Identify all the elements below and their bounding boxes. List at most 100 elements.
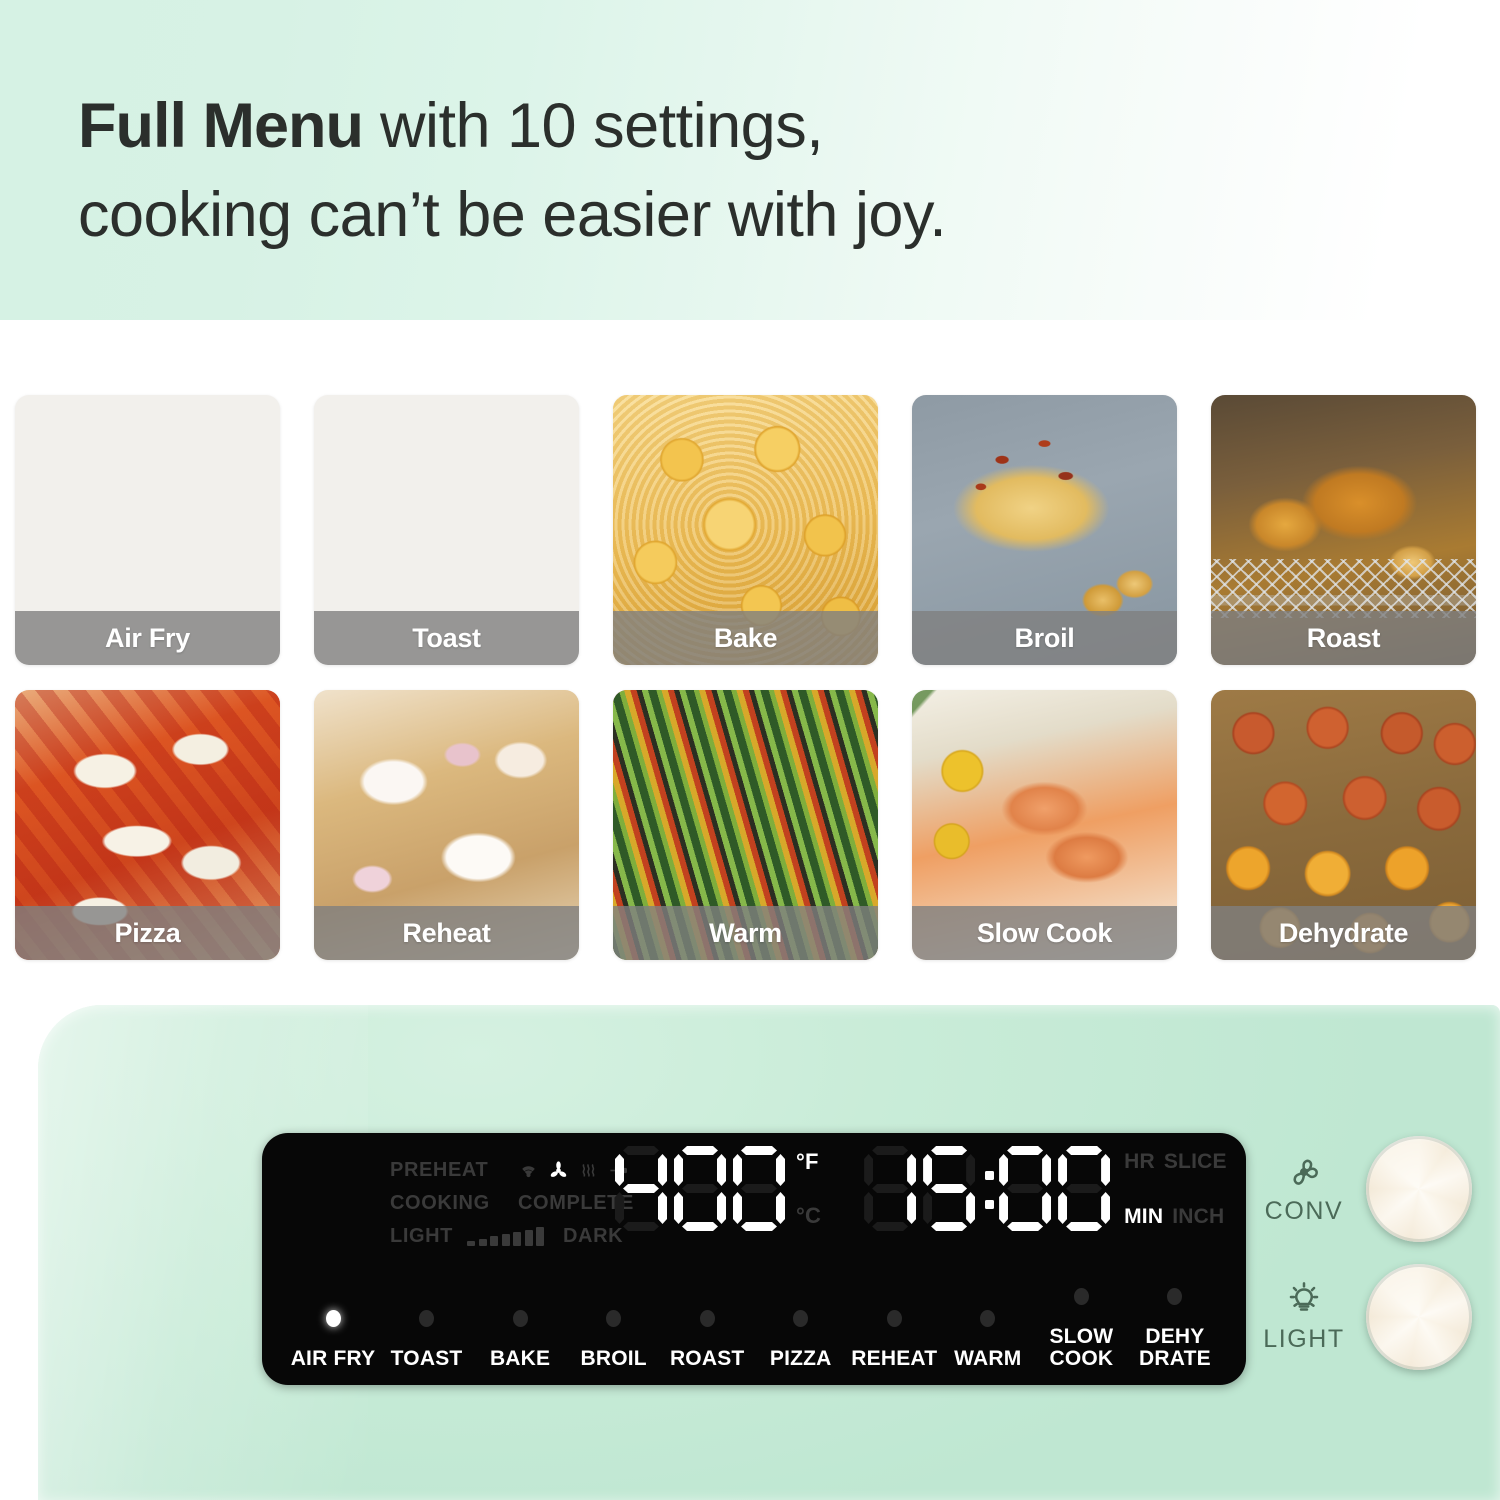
segment-d xyxy=(1007,1222,1044,1231)
mode-indicator-led xyxy=(1167,1288,1183,1306)
segment-a xyxy=(931,1146,968,1155)
segment-c xyxy=(966,1192,976,1224)
segment-d xyxy=(1066,1222,1103,1231)
mode-button-roast[interactable]: ROAST xyxy=(662,1309,752,1369)
mode-button-warm[interactable]: WARM xyxy=(943,1309,1033,1370)
segment-c xyxy=(1042,1192,1052,1224)
segment-f xyxy=(999,1154,1009,1186)
knob-row-conv: CONV xyxy=(1256,1133,1486,1245)
mode-indicator-led xyxy=(1073,1288,1089,1306)
mode-button-label: REHEAT xyxy=(851,1346,938,1370)
mode-button-dehy-drate[interactable]: DEHY DRATE xyxy=(1130,1288,1220,1369)
segment-e xyxy=(864,1192,874,1224)
segment-d xyxy=(682,1222,718,1231)
mode-button-bake[interactable]: BAKE xyxy=(475,1309,565,1370)
control-panel: PREHEAT COOKING COMPLETE LIGHT DARK °F °… xyxy=(262,1133,1246,1385)
mode-button-label: TOAST xyxy=(390,1346,463,1370)
menu-tile: Toast xyxy=(314,395,579,665)
digital-readout-area: °F °C HR SLICE MIN INCH xyxy=(614,1145,1227,1233)
mode-button-row: AIR FRY TOAST BAKE BROIL ROAST PIZZA REHEAT WAR… xyxy=(288,1277,1220,1369)
mode-indicator-led xyxy=(512,1309,528,1327)
segment-a xyxy=(872,1146,909,1155)
segment-d xyxy=(741,1222,777,1231)
segment-f xyxy=(1058,1154,1068,1186)
menu-tile: Pizza xyxy=(15,690,280,960)
seven-segment-digit xyxy=(732,1145,786,1233)
conv-knob[interactable] xyxy=(1366,1136,1472,1242)
segment-g xyxy=(741,1184,777,1193)
knob-column: CONV LIGHT xyxy=(1256,1133,1486,1389)
menu-tile-label: Roast xyxy=(1211,611,1476,665)
light-knob[interactable] xyxy=(1366,1264,1472,1370)
doneness-bar xyxy=(467,1241,475,1246)
menu-tile-label: Broil xyxy=(912,611,1177,665)
timer-display xyxy=(863,1145,1116,1233)
menu-tile-label: Toast xyxy=(314,611,579,665)
mode-button-air-fry[interactable]: AIR FRY xyxy=(288,1309,378,1370)
mode-button-pizza[interactable]: PIZZA xyxy=(756,1309,846,1370)
wifi-icon xyxy=(522,1165,535,1177)
seven-segment-digit xyxy=(673,1145,727,1233)
segment-a xyxy=(623,1146,659,1155)
mode-button-reheat[interactable]: REHEAT xyxy=(849,1309,939,1370)
light-knob-label: LIGHT xyxy=(1263,1325,1345,1353)
seven-segment-digit xyxy=(614,1145,668,1233)
mode-button-label: PIZZA xyxy=(769,1346,832,1370)
segment-c xyxy=(658,1192,667,1224)
segment-a xyxy=(1066,1146,1103,1155)
mode-button-label: SLOW COOK xyxy=(1049,1325,1114,1370)
segment-b xyxy=(658,1154,667,1186)
segment-e xyxy=(733,1192,742,1224)
menu-tile-label: Air Fry xyxy=(15,611,280,665)
temperature-display xyxy=(614,1145,791,1233)
segment-f xyxy=(615,1154,624,1186)
mode-button-broil[interactable]: BROIL xyxy=(569,1309,659,1369)
segment-g xyxy=(1066,1184,1103,1193)
mode-button-toast[interactable]: TOAST xyxy=(382,1309,472,1370)
segment-a xyxy=(1007,1146,1044,1155)
mode-indicator-led xyxy=(793,1309,809,1327)
headline-strong: Full Menu xyxy=(78,91,364,161)
mode-button-label: AIR FRY xyxy=(290,1346,376,1370)
header-banner: Full Menu with 10 settings, cooking can’… xyxy=(0,0,1500,320)
mode-button-slow-cook[interactable]: SLOW COOK xyxy=(1036,1288,1126,1369)
doneness-bar xyxy=(524,1229,533,1246)
status-row-doneness: LIGHT DARK xyxy=(390,1223,640,1249)
segment-g xyxy=(623,1184,659,1193)
menu-tile-grid: Air Fry Toast Bake Broil Roast Pizza Reheat War… xyxy=(15,395,1485,970)
segment-c xyxy=(1101,1192,1111,1224)
segment-b xyxy=(1042,1154,1052,1186)
segment-e xyxy=(999,1192,1009,1224)
mode-indicator-led xyxy=(606,1309,622,1327)
light-bulb-icon xyxy=(1289,1282,1319,1311)
segment-b xyxy=(907,1154,917,1186)
mode-button-label: WARM xyxy=(954,1346,1022,1370)
segment-a xyxy=(741,1146,777,1155)
mode-indicator-led xyxy=(886,1309,902,1327)
status-row-preheat: PREHEAT xyxy=(390,1157,640,1183)
segment-c xyxy=(717,1192,726,1224)
segment-e xyxy=(923,1192,933,1224)
heat-waves-icon xyxy=(582,1163,595,1177)
mode-indicator-led xyxy=(980,1309,996,1327)
doneness-light-label: LIGHT xyxy=(390,1224,453,1247)
oven-body: PREHEAT COOKING COMPLETE LIGHT DARK °F °… xyxy=(38,1005,1500,1500)
menu-tile: Air Fry xyxy=(15,395,280,665)
menu-tile: Dehydrate xyxy=(1211,690,1476,960)
doneness-bar xyxy=(536,1227,544,1246)
fan-icon xyxy=(550,1160,567,1177)
segment-c xyxy=(776,1192,785,1224)
page-headline: Full Menu with 10 settings, cooking can’… xyxy=(78,82,1338,261)
status-cooking-label: COOKING xyxy=(390,1191,490,1214)
seven-segment-digit xyxy=(922,1145,976,1233)
mode-button-label: BAKE xyxy=(489,1346,551,1370)
status-indicator-block: PREHEAT COOKING COMPLETE LIGHT DARK xyxy=(390,1157,640,1249)
segment-c xyxy=(907,1192,917,1224)
menu-tile-label: Reheat xyxy=(314,906,579,960)
timer-unit-row-top: HR SLICE xyxy=(1124,1151,1227,1172)
doneness-bar-scale xyxy=(467,1226,544,1246)
doneness-bar xyxy=(513,1231,521,1246)
segment-e xyxy=(1058,1192,1068,1224)
seven-segment-digit xyxy=(863,1145,917,1233)
segment-f xyxy=(733,1154,742,1186)
